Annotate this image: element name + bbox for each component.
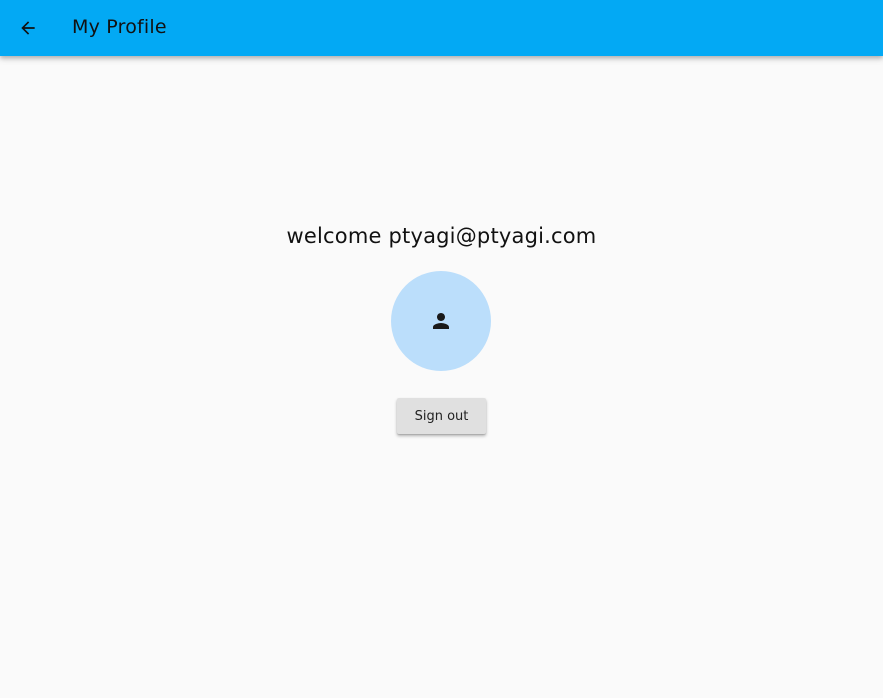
back-button[interactable] bbox=[14, 14, 42, 42]
page-title: My Profile bbox=[72, 16, 167, 38]
app-bar: My Profile bbox=[0, 0, 883, 56]
avatar bbox=[391, 271, 491, 371]
person-icon bbox=[433, 313, 449, 329]
welcome-message: welcome ptyagi@ptyagi.com bbox=[286, 224, 597, 248]
sign-out-button[interactable]: Sign out bbox=[397, 398, 486, 434]
arrow-back-icon bbox=[21, 21, 35, 35]
